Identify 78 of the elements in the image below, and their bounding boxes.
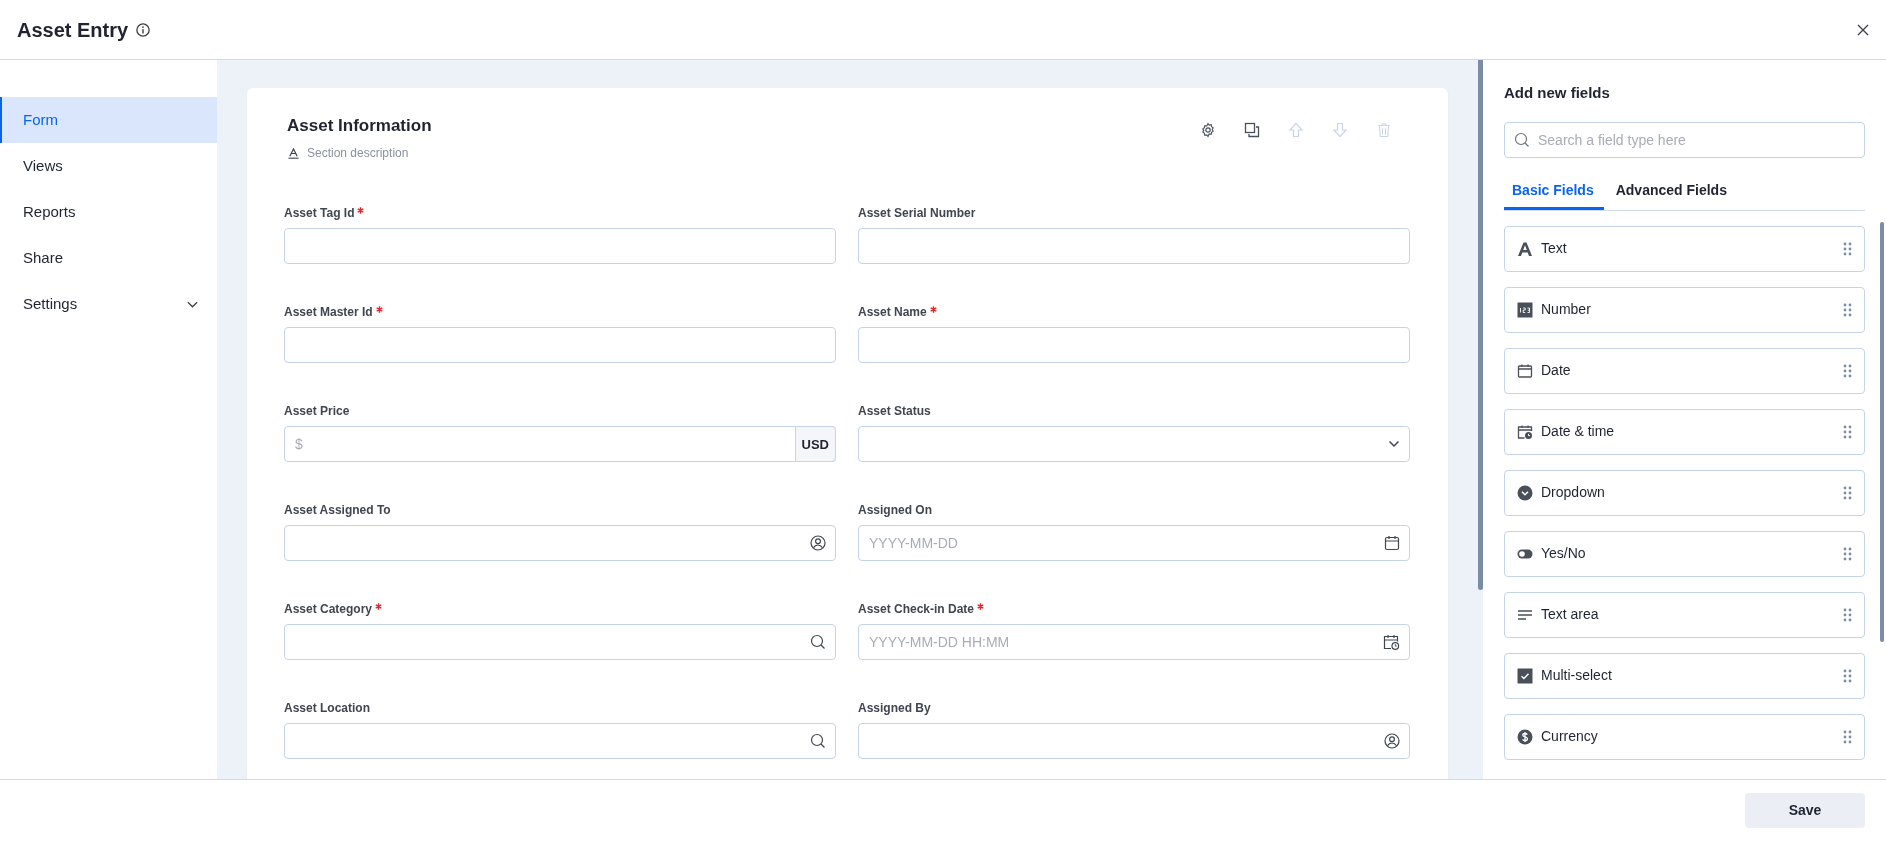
input-field[interactable] — [858, 228, 1410, 265]
input-field[interactable] — [284, 525, 836, 562]
user-icon — [810, 535, 826, 552]
number-icon — [1517, 301, 1533, 318]
field-type-item[interactable]: Date & time — [1504, 408, 1865, 455]
input-field[interactable]: YYYY-MM-DD — [858, 525, 1410, 562]
input-field[interactable] — [858, 723, 1410, 760]
tab[interactable]: Basic Fields — [1504, 173, 1604, 210]
input-field[interactable] — [284, 228, 836, 265]
field-label: Asset Category — [284, 600, 836, 619]
text-format-icon — [288, 147, 299, 159]
search-field[interactable]: Search a field type here — [1504, 121, 1865, 158]
checkbox-icon — [1517, 667, 1533, 684]
field-label: Assigned By — [858, 700, 932, 718]
drag-handle-icon[interactable] — [1843, 362, 1852, 379]
drag-handle-icon[interactable] — [1843, 240, 1852, 257]
chevron-circle-icon — [1517, 484, 1533, 501]
save-button[interactable]: Save — [1745, 793, 1865, 828]
panel-title: Add new fields — [1504, 83, 1611, 103]
section-description: Section description — [307, 145, 409, 163]
field-type-item[interactable]: Text area — [1504, 591, 1865, 638]
search-icon — [810, 733, 826, 750]
field-type-item[interactable]: Text — [1504, 225, 1865, 272]
drag-handle-icon[interactable] — [1843, 606, 1852, 623]
field-label: Asset Tag Id — [284, 204, 836, 223]
field-label: Asset Status — [858, 403, 932, 421]
chevron-down-icon — [1388, 440, 1400, 449]
field-type-item[interactable]: Dropdown — [1504, 469, 1865, 516]
user-icon — [1384, 733, 1400, 750]
drag-handle-icon[interactable] — [1843, 728, 1852, 745]
field-label: Assigned On — [858, 502, 933, 520]
calendar-icon — [1517, 362, 1533, 379]
field-type-item[interactable]: Yes/No — [1504, 530, 1865, 577]
text-icon — [1517, 240, 1533, 257]
sidebar-item[interactable]: Share — [0, 235, 217, 281]
chevron-down-icon — [187, 300, 198, 308]
field-label: Asset Master Id — [284, 303, 836, 322]
info-icon[interactable] — [136, 22, 151, 37]
window-title: Asset Entry — [17, 17, 129, 42]
sidebar-item[interactable]: Form — [0, 97, 217, 143]
drag-handle-icon[interactable] — [1843, 545, 1852, 562]
field-type-item[interactable]: Multi-select — [1504, 652, 1865, 699]
dropdown-field[interactable] — [858, 426, 1410, 463]
copy-button[interactable] — [1242, 120, 1262, 140]
close-icon[interactable] — [1857, 23, 1869, 36]
sidebar-item[interactable]: Views — [0, 143, 217, 189]
input-field[interactable] — [284, 624, 836, 661]
section-title: Asset Information — [287, 116, 432, 137]
scrollbar-thumb[interactable] — [1478, 60, 1483, 590]
search-icon — [1514, 131, 1530, 148]
field-type-item[interactable]: Date — [1504, 347, 1865, 394]
field-label: Asset Location — [284, 700, 371, 718]
calendar-clock-icon — [1517, 423, 1533, 440]
field-label: Asset Name — [858, 303, 1410, 322]
input-field[interactable]: $ — [284, 426, 796, 463]
sidebar-item[interactable]: Settings — [0, 281, 217, 327]
scrollbar-thumb[interactable] — [1880, 222, 1884, 642]
field-type-item[interactable]: Currency — [1504, 713, 1865, 760]
field-label: Asset Price — [284, 403, 351, 421]
drag-handle-icon[interactable] — [1843, 667, 1852, 684]
drag-handle-icon[interactable] — [1843, 423, 1852, 440]
input-field[interactable] — [858, 327, 1410, 364]
calendar-icon — [1384, 535, 1400, 552]
input-field[interactable] — [284, 723, 836, 760]
field-type-item[interactable]: Number — [1504, 286, 1865, 333]
currency-addon: USD — [795, 426, 836, 463]
field-label: Asset Check-in Date — [858, 600, 1410, 619]
search-icon — [810, 634, 826, 651]
field-label: Asset Serial Number — [858, 205, 977, 223]
dollar-circle-icon — [1517, 728, 1533, 745]
field-label: Asset Assigned To — [284, 502, 392, 520]
calendar-clock-icon — [1383, 634, 1400, 651]
sidebar-item[interactable]: Reports — [0, 189, 217, 235]
tab[interactable]: Advanced Fields — [1607, 173, 1737, 210]
input-field[interactable] — [284, 327, 836, 364]
drag-handle-icon[interactable] — [1843, 484, 1852, 501]
drag-handle-icon[interactable] — [1843, 301, 1852, 318]
input-field[interactable]: YYYY-MM-DD HH:MM — [858, 624, 1410, 661]
